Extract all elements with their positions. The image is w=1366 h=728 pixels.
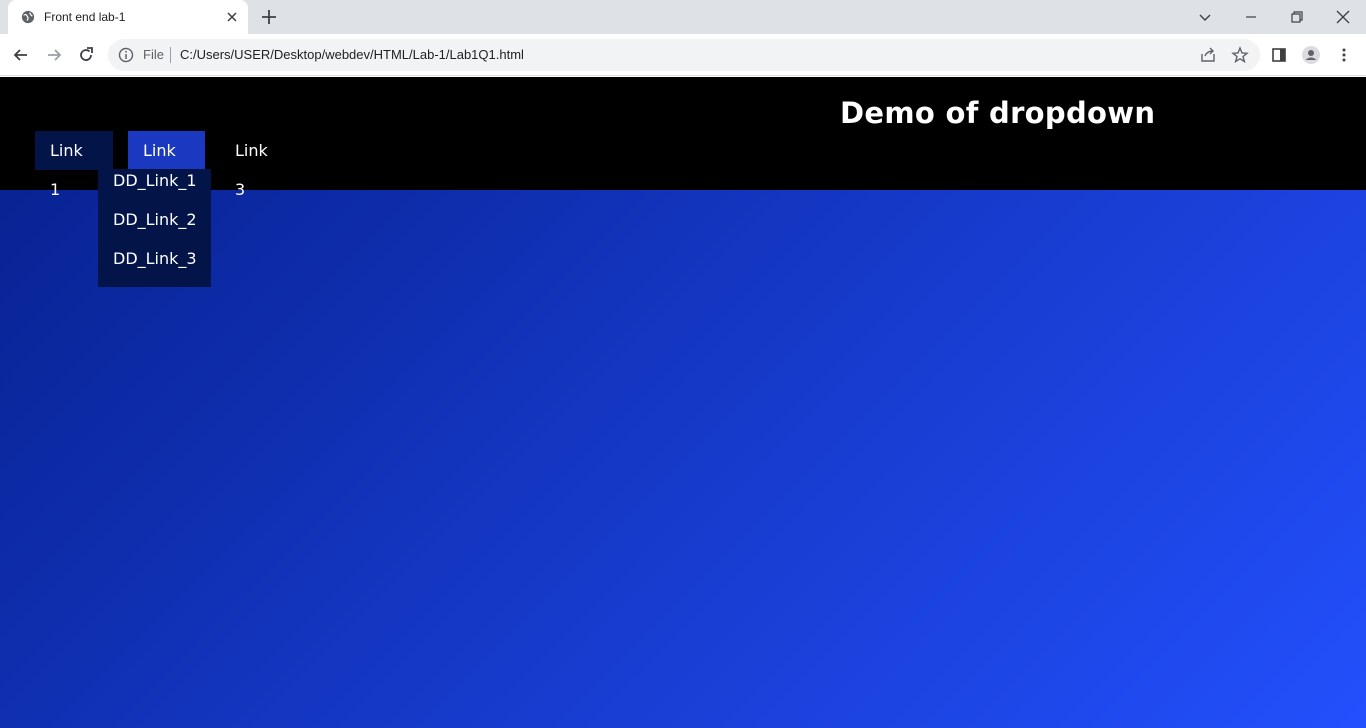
profile-avatar-icon[interactable] (1301, 45, 1321, 65)
address-scheme-label: File (143, 47, 164, 62)
page-title: Demo of dropdown (840, 96, 1156, 130)
chevron-down-icon[interactable] (1195, 7, 1215, 27)
dropdown-link-2[interactable]: DD_Link_2 (113, 210, 197, 229)
bookmark-star-icon[interactable] (1230, 45, 1250, 65)
page-body: Demo of dropdown Link 1 Link 2 Link 3 DD… (0, 77, 1366, 728)
address-url[interactable]: C:/Users/USER/Desktop/webdev/HTML/Lab-1/… (180, 47, 524, 62)
side-panel-icon[interactable] (1269, 45, 1289, 65)
close-window-icon[interactable] (1333, 7, 1353, 27)
browser-toolbar: File C:/Users/USER/Desktop/webdev/HTML/L… (0, 34, 1366, 76)
globe-icon (21, 10, 35, 24)
nav-link-3[interactable]: Link 3 (220, 131, 298, 199)
browser-tab[interactable]: Front end lab-1 (8, 0, 248, 34)
dropdown-link-1[interactable]: DD_Link_1 (113, 171, 197, 190)
back-arrow-icon[interactable] (11, 45, 31, 65)
tab-title: Front end lab-1 (44, 10, 126, 24)
nav-link-1[interactable]: Link 1 (35, 131, 113, 199)
address-bar[interactable]: File C:/Users/USER/Desktop/webdev/HTML/L… (108, 39, 1260, 71)
minimize-icon[interactable] (1241, 7, 1261, 27)
new-tab-icon[interactable] (259, 7, 279, 27)
forward-arrow-icon[interactable] (44, 45, 64, 65)
share-icon[interactable] (1198, 45, 1218, 65)
browser-tab-strip: Front end lab-1 (0, 0, 1366, 34)
dropdown-link-3[interactable]: DD_Link_3 (113, 249, 197, 268)
reload-icon[interactable] (76, 45, 96, 65)
address-separator (170, 47, 171, 63)
menu-dots-icon[interactable] (1334, 45, 1354, 65)
dropdown-menu: DD_Link_1 DD_Link_2 DD_Link_3 (98, 169, 211, 287)
close-tab-icon[interactable] (224, 9, 240, 25)
restore-icon[interactable] (1287, 7, 1307, 27)
info-icon[interactable] (118, 47, 134, 63)
nav-link-2[interactable]: Link 2 (128, 131, 205, 199)
